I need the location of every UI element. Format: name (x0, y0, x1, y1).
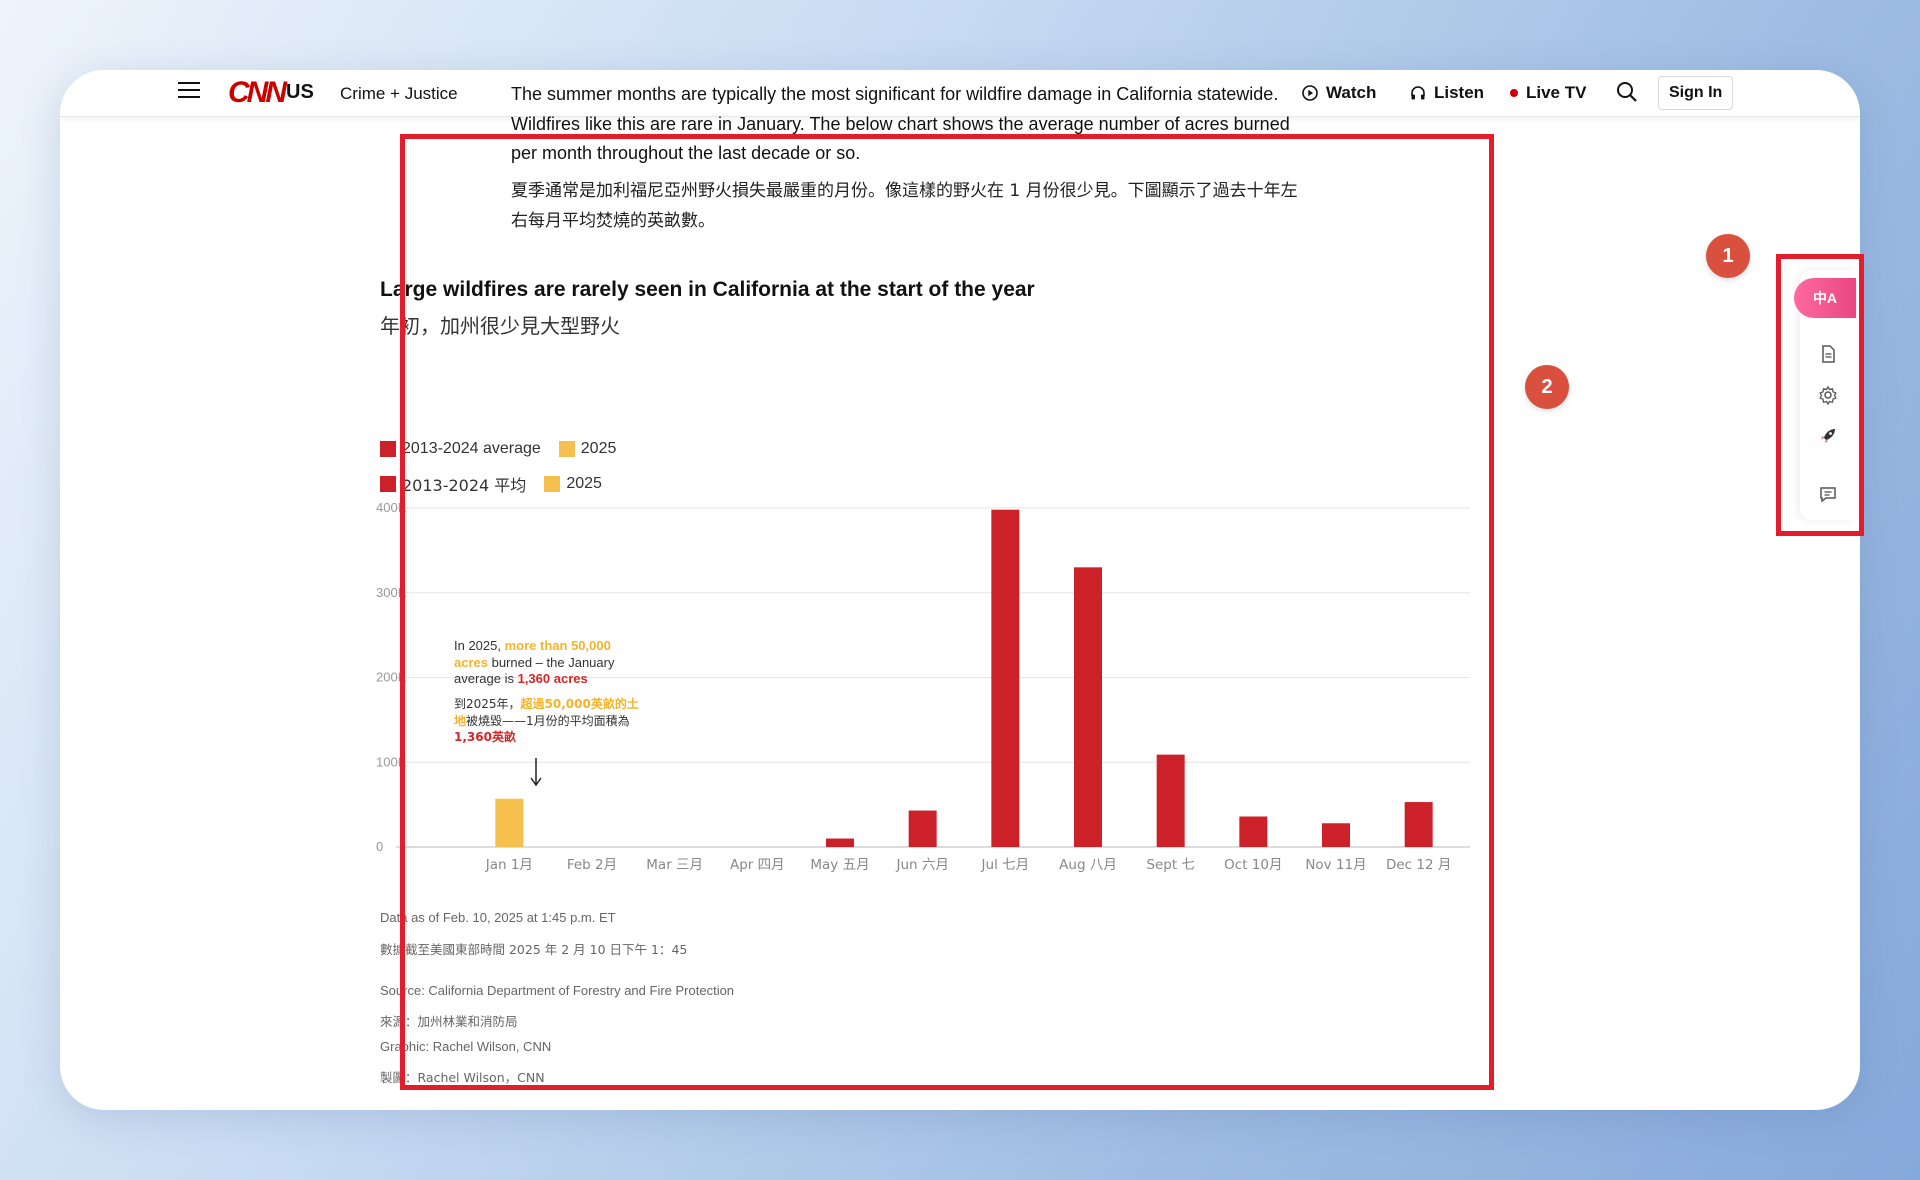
step-badge-1: 1 (1706, 234, 1750, 278)
hamburger-menu-icon[interactable] (178, 82, 200, 100)
watch-label: Watch (1326, 83, 1377, 102)
play-circle-icon (1302, 85, 1318, 101)
search-icon[interactable] (1616, 81, 1638, 103)
highlight-box-toolbar (1776, 254, 1864, 536)
y-tick-label: 0 (376, 839, 383, 854)
headphones-icon (1411, 86, 1425, 100)
section-link-crime-justice[interactable]: Crime + Justice (340, 84, 458, 104)
highlight-box-chart (400, 134, 1494, 1090)
cnn-logo[interactable]: CNN (228, 77, 287, 109)
listen-label: Listen (1434, 83, 1485, 102)
live-tv-link[interactable]: Live TV (1510, 83, 1586, 103)
sign-in-button[interactable]: Sign In (1658, 76, 1734, 110)
live-dot-icon (1510, 89, 1518, 97)
step-badge-2: 2 (1525, 365, 1569, 409)
watch-link[interactable]: Watch (1302, 83, 1376, 103)
live-tv-label: Live TV (1526, 83, 1587, 102)
listen-link[interactable]: Listen (1410, 83, 1484, 103)
edition-label[interactable]: US (286, 81, 314, 104)
